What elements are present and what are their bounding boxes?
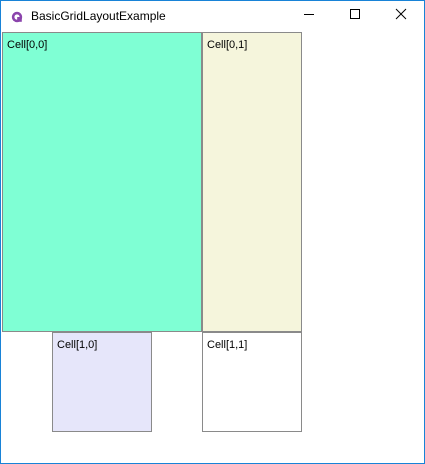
maximize-icon [349,7,361,25]
cell-label: Cell[0,1] [207,39,248,51]
minimize-button[interactable] [286,1,332,31]
grid-cell-1-0: Cell[1,0] [52,332,152,432]
close-icon [395,7,407,25]
app-window: BasicGridLayoutExample Cell[0,0] Cell[0,… [0,0,425,464]
grid-cell-0-1: Cell[0,1] [202,32,302,332]
avalonia-logo-icon [11,10,23,23]
cell-label: Cell[1,0] [57,339,98,351]
minimize-icon [303,7,315,25]
close-button[interactable] [378,1,424,31]
maximize-button[interactable] [332,1,378,31]
window-title: BasicGridLayoutExample [31,9,166,23]
grid-cell-1-1: Cell[1,1] [202,332,302,432]
grid-cell-0-0: Cell[0,0] [2,32,202,332]
cell-label: Cell[1,1] [207,339,248,351]
cell-label: Cell[0,0] [7,39,48,51]
title-bar[interactable]: BasicGridLayoutExample [1,1,424,31]
